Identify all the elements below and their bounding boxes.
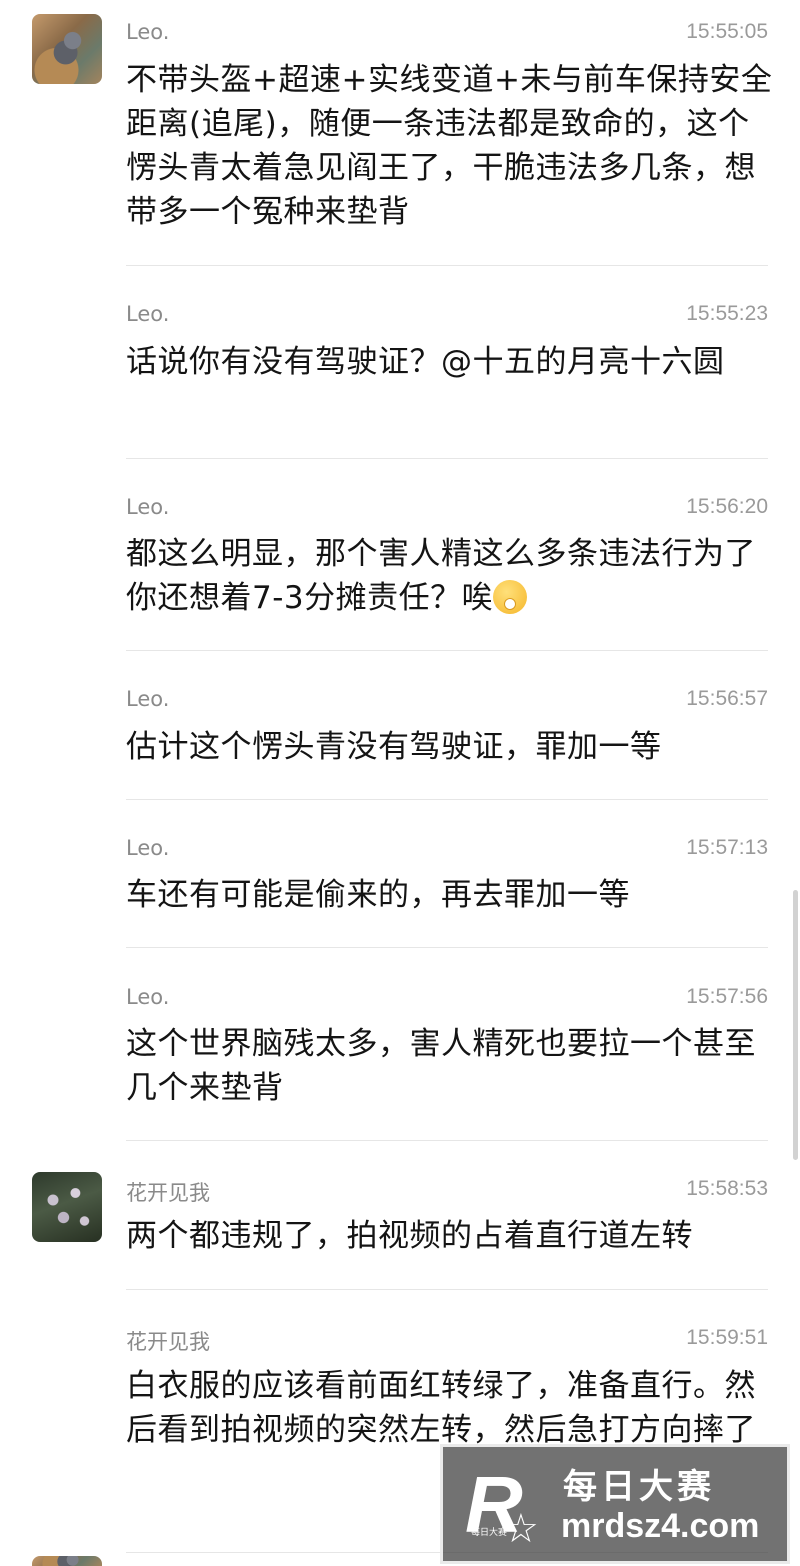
divider xyxy=(126,650,768,651)
watermark-title: 每日大赛 xyxy=(563,1467,715,1507)
sender-name[interactable]: 花开见我 xyxy=(126,1177,210,1207)
thinking-face-emoji-icon xyxy=(493,580,528,614)
sender-name[interactable]: Leo. xyxy=(126,20,169,44)
message-text: 白衣服的应该看前面红转绿了，准备直行。然后看到拍视频的突然左转，然后急打方向摔了 xyxy=(126,1368,756,1448)
sender-name[interactable]: Leo. xyxy=(126,687,169,711)
divider xyxy=(126,947,768,948)
scrollbar[interactable] xyxy=(793,890,798,1160)
message-text: 都这么明显，那个害人精这么多条违法行为了你还想着7-3分摊责任？唉 xyxy=(126,536,756,616)
message-timestamp: 15:56:57 xyxy=(686,687,768,710)
watermark-logo-subtext: 每日大赛 xyxy=(471,1528,508,1538)
message-timestamp: 15:55:05 xyxy=(686,20,768,43)
divider xyxy=(126,799,768,800)
sender-name[interactable]: Leo. xyxy=(126,302,169,326)
sender-name[interactable]: Leo. xyxy=(126,985,169,1009)
star-icon: ☆ xyxy=(503,1506,539,1552)
divider xyxy=(126,265,768,266)
message-timestamp: 15:57:13 xyxy=(686,836,768,859)
message-text: 话说你有没有驾驶证？@十五的月亮十六圆 xyxy=(126,344,725,380)
divider xyxy=(126,458,768,459)
message-text: 两个都违规了，拍视频的占着直行道左转 xyxy=(126,1218,693,1254)
avatar[interactable] xyxy=(32,1172,102,1242)
message-text: 估计这个愣头青没有驾驶证，罪加一等 xyxy=(126,729,662,765)
sender-name[interactable]: Leo. xyxy=(126,836,169,860)
avatar[interactable] xyxy=(32,14,102,84)
divider xyxy=(126,1140,768,1141)
message-timestamp: 15:57:56 xyxy=(686,985,768,1008)
message-timestamp: 15:58:53 xyxy=(686,1177,768,1200)
message-timestamp: 15:56:20 xyxy=(686,495,768,518)
message-timestamp: 15:59:51 xyxy=(686,1326,768,1349)
message-timestamp: 15:55:23 xyxy=(686,302,768,325)
message-text: 不带头盔+超速+实线变道+未与前车保持安全距离(追尾)，随便一条违法都是致命的，… xyxy=(126,62,773,230)
watermark-url: mrdsz4.com xyxy=(561,1507,760,1545)
divider xyxy=(126,1289,768,1290)
message-text: 这个世界脑残太多，害人精死也要拉一个甚至几个来垫背 xyxy=(126,1026,756,1106)
sender-name[interactable]: 花开见我 xyxy=(126,1326,210,1356)
sender-name[interactable]: Leo. xyxy=(126,495,169,519)
message-text: 车还有可能是偷来的，再去罪加一等 xyxy=(126,877,630,913)
watermark: R ☆ 每日大赛 每日大赛 mrdsz4.com xyxy=(440,1444,790,1564)
message-text-container: 都这么明显，那个害人精这么多条违法行为了你还想着7-3分摊责任？唉 xyxy=(126,532,774,620)
avatar[interactable] xyxy=(32,1556,102,1566)
